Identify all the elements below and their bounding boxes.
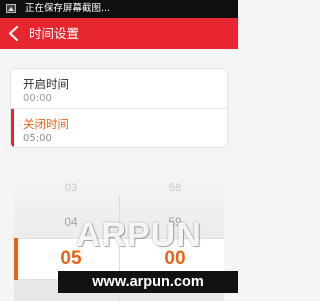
end-time-label: 关闭时间 bbox=[23, 117, 69, 131]
watermark-url: www.arpun.com bbox=[58, 271, 238, 293]
watermark-logo: ARPUN bbox=[76, 216, 202, 254]
start-time-label: 开启时间 bbox=[23, 77, 69, 91]
end-time-value: 05:00 bbox=[23, 133, 52, 144]
status-text: 正在保存屏幕截图... bbox=[25, 3, 111, 14]
start-time-value: 00:00 bbox=[23, 93, 52, 104]
time-settings-card: 开启时间 00:00 关闭时间 05:00 bbox=[10, 68, 228, 148]
back-button[interactable] bbox=[6, 24, 22, 43]
start-time-row[interactable]: 开启时间 00:00 bbox=[11, 69, 227, 108]
app-header: 时间设置 bbox=[0, 18, 238, 49]
hour-option[interactable]: 03 bbox=[51, 182, 91, 194]
status-bar: 正在保存屏幕截图... bbox=[0, 0, 238, 18]
chevron-left-icon bbox=[8, 25, 19, 42]
page-title: 时间设置 bbox=[29, 26, 80, 41]
image-icon bbox=[6, 4, 16, 13]
selected-marker bbox=[11, 109, 14, 147]
end-time-row[interactable]: 关闭时间 05:00 bbox=[11, 109, 227, 147]
minute-option[interactable]: 58 bbox=[155, 182, 195, 194]
picker-selection-accent bbox=[14, 238, 18, 280]
